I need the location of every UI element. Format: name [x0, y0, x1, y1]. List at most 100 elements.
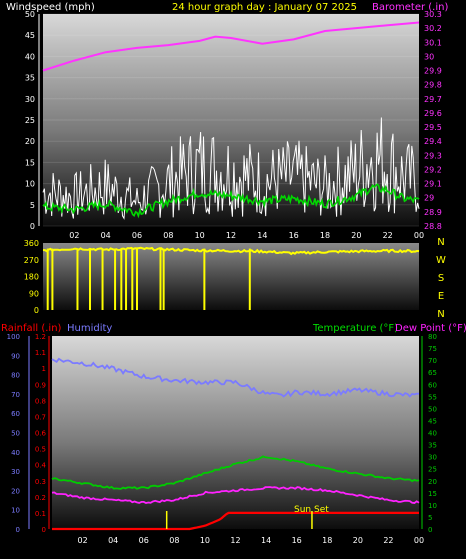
hour-tick-label: 16 [289, 231, 299, 240]
temperature-axis-title: Temperature (°F) [312, 323, 398, 334]
barometer-tick-label: 30 [424, 52, 434, 61]
humidity-tick-label: 50 [11, 430, 20, 438]
temperature-tick-label: 25 [428, 466, 437, 474]
humidity-tick-label: 40 [11, 449, 20, 457]
humidity-tick-label: 80 [11, 372, 20, 380]
hour-tick-label: 18 [322, 536, 332, 545]
barometer-tick-label: 29.7 [424, 95, 442, 104]
windspeed-tick-label: 20 [25, 137, 35, 146]
hour-tick-label: 08 [169, 536, 179, 545]
temperature-tick-label: 5 [428, 514, 432, 522]
direction-plot-area [43, 243, 419, 310]
humidity-tick-label: 100 [7, 333, 20, 341]
windspeed-tick-label: 30 [25, 95, 35, 104]
windspeed-tick-label: 35 [25, 74, 35, 83]
rainfall-tick-label: 0.8 [35, 397, 46, 405]
temperature-tick-label: 40 [428, 430, 437, 438]
barometer-tick-label: 29.6 [424, 109, 442, 118]
barometer-tick-label: 30.1 [424, 38, 442, 47]
direction-tick-label: 180 [24, 273, 39, 282]
humidity-axis-title: Humidity [67, 323, 112, 334]
rainfall-tick-label: 0 [42, 526, 46, 534]
temperature-axis: 0 5 10 15 20 25 30 35 40 45 50 55 60 65 70 75 80 [421, 333, 437, 534]
hour-tick-label: 02 [77, 536, 87, 545]
windspeed-tick-label: 10 [25, 180, 35, 189]
rainfall-tick-label: 0.2 [35, 494, 46, 502]
barometer-tick-label: 30.2 [424, 24, 442, 33]
barometer-tick-label: 28.8 [424, 222, 442, 231]
barometer-tick-label: 30.3 [424, 10, 442, 19]
humidity-tick-label: 20 [11, 487, 20, 495]
hour-tick-label: 20 [351, 231, 361, 240]
barometer-tick-label: 29 [424, 194, 434, 203]
rainfall-tick-label: 0.1 [35, 510, 46, 518]
hour-tick-label: 08 [163, 231, 173, 240]
direction-axis: 0 90 180 270 360 [24, 239, 39, 315]
barometer-tick-label: 28.9 [424, 208, 442, 217]
barometer-tick-label: 29.9 [424, 67, 442, 76]
compass-label-n: N [437, 237, 444, 248]
temperature-tick-label: 65 [428, 369, 437, 377]
barometer-tick-label: 29.5 [424, 123, 442, 132]
rainfall-tick-label: 0.4 [35, 462, 47, 470]
hour-tick-label: 10 [195, 231, 205, 240]
hour-tick-label: 20 [353, 536, 363, 545]
hour-tick-label: 14 [257, 231, 267, 240]
barometer-tick-label: 29.4 [424, 137, 442, 146]
hour-tick-label: 00 [414, 536, 424, 545]
rainfall-tick-label: 0.5 [35, 446, 46, 454]
hour-tick-label: 12 [226, 231, 236, 240]
hour-tick-label: 22 [383, 536, 393, 545]
sunset-annotation: Sun Set [294, 505, 329, 515]
chart-title: 24 hour graph day : January 07 2025 [172, 2, 357, 13]
compass-label-s: S [438, 273, 444, 284]
rainfall-tick-label: 0.7 [35, 413, 46, 421]
windspeed-tick-label: 25 [25, 116, 35, 125]
windspeed-axis: 0 5 10 15 20 25 30 35 40 45 50 [25, 10, 40, 231]
windspeed-tick-label: 45 [25, 31, 35, 40]
temperature-tick-label: 0 [428, 526, 432, 534]
humidity-tick-label: 90 [11, 352, 20, 360]
time-axis-top: 02 04 06 08 10 12 14 16 18 20 22 00 [69, 231, 424, 240]
hour-tick-label: 10 [200, 536, 210, 545]
windspeed-tick-label: 15 [25, 158, 35, 167]
barometer-tick-label: 29.2 [424, 165, 442, 174]
time-axis-bottom: 02 04 06 08 10 12 14 16 18 20 22 00 [77, 536, 424, 545]
windspeed-tick-label: 5 [30, 201, 35, 210]
windspeed-tick-label: 50 [25, 10, 35, 19]
rainfall-tick-label: 1.1 [35, 349, 46, 357]
rainfall-tick-label: 0.9 [35, 381, 46, 389]
barometer-axis: 28.8 28.9 29 29.1 29.2 29.3 29.4 29.5 29.6 29.7 29… [424, 10, 442, 231]
temperature-tick-label: 20 [428, 478, 437, 486]
temperature-tick-label: 10 [428, 502, 437, 510]
temperature-tick-label: 50 [428, 405, 437, 413]
humidity-axis: 0 10 20 30 40 50 60 70 80 90 100 [7, 333, 30, 534]
rainfall-axis: 0 0.1 0.2 0.3 0.4 0.5 0.6 0.7 0.8 0.9 1 1.1 1.2 [35, 333, 50, 534]
humidity-tick-label: 70 [11, 391, 20, 399]
hour-tick-label: 22 [383, 231, 393, 240]
temperature-tick-label: 80 [428, 333, 437, 341]
temperature-tick-label: 30 [428, 454, 437, 462]
hour-tick-label: 04 [108, 536, 118, 545]
rainfall-tick-label: 0.6 [35, 430, 47, 438]
temperature-tick-label: 70 [428, 357, 437, 365]
hour-tick-label: 16 [292, 536, 302, 545]
temperature-tick-label: 60 [428, 381, 437, 389]
rainfall-tick-label: 1 [42, 365, 46, 373]
barometer-tick-label: 29.1 [424, 180, 442, 189]
rainfall-tick-label: 0.3 [35, 478, 46, 486]
weather-graph: Windspeed (mph) 24 hour graph day : Janu… [1, 2, 466, 545]
windspeed-axis-title: Windspeed (mph) [6, 2, 95, 13]
hour-tick-label: 06 [132, 231, 142, 240]
barometer-tick-label: 29.3 [424, 151, 442, 160]
temperature-tick-label: 75 [428, 345, 437, 353]
windspeed-tick-label: 40 [25, 52, 35, 61]
hour-tick-label: 12 [230, 536, 240, 545]
temperature-tick-label: 45 [428, 417, 437, 425]
hour-tick-label: 06 [139, 536, 149, 545]
compass-label-n: N [437, 309, 444, 320]
humidity-tick-label: 0 [16, 526, 20, 534]
direction-tick-label: 360 [24, 239, 39, 248]
hour-tick-label: 02 [69, 231, 79, 240]
direction-tick-label: 270 [24, 256, 39, 265]
